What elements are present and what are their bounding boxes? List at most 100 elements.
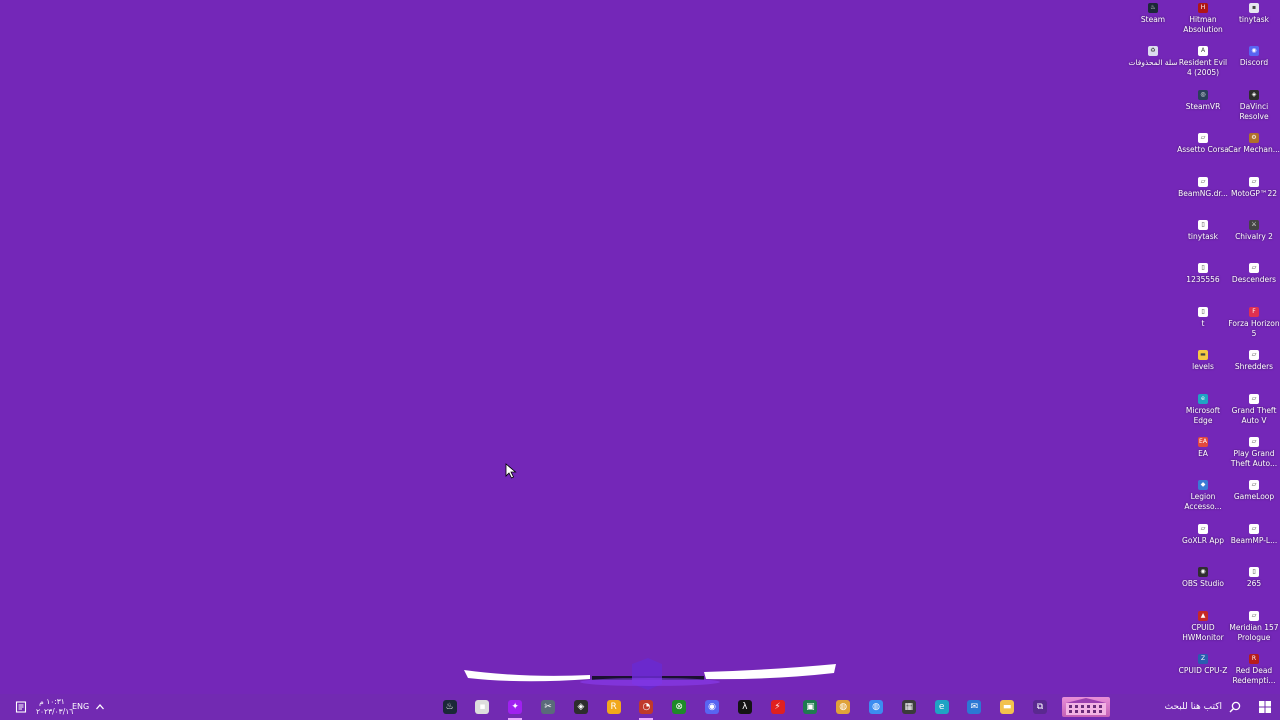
desktop-icon-label: EA bbox=[1198, 449, 1208, 458]
taskbar-app-button[interactable]: ◔ bbox=[635, 697, 657, 720]
desktop-icon[interactable]: ▱ MotoGP™22 bbox=[1229, 176, 1279, 218]
chivalry-icon: ⚔ bbox=[1249, 220, 1259, 230]
desktop-icon[interactable]: H Hitman Absolution bbox=[1178, 2, 1228, 44]
language-indicator[interactable]: ENG bbox=[72, 702, 89, 712]
steam-icon: ♨ bbox=[442, 700, 457, 714]
desktop-icon[interactable]: ▱ Play Grand Theft Auto... bbox=[1229, 436, 1279, 478]
desktop-icon[interactable]: ▪ tinytask bbox=[1229, 2, 1279, 44]
search-input[interactable]: اكتب هنا للبحث bbox=[1100, 698, 1222, 716]
desktop-icon-label: سلة المحذوفات bbox=[1128, 58, 1178, 68]
taskbar-app-button[interactable]: R bbox=[603, 697, 625, 717]
desktop-icon[interactable]: ▯ 265 bbox=[1229, 566, 1279, 608]
dock-decoration bbox=[464, 658, 836, 690]
rockstar-icon: R bbox=[606, 700, 621, 714]
desktop-icon[interactable]: ▱ GoXLR App bbox=[1178, 523, 1228, 565]
taskbar-app-button[interactable]: ◉ bbox=[701, 697, 723, 717]
taskbar-app-button[interactable]: ✂ bbox=[537, 697, 559, 717]
desktop-icon[interactable]: ▱ BeamMP-L... bbox=[1229, 523, 1279, 565]
desktop-icon[interactable]: ▯ t bbox=[1178, 306, 1228, 348]
chrome-icon: ◍ bbox=[836, 700, 851, 714]
desktop-icon[interactable]: F Forza Horizon 5 bbox=[1228, 306, 1280, 348]
davinci-icon: ◈ bbox=[573, 700, 588, 714]
desktop-icon[interactable]: ▲ CPUID HWMonitor bbox=[1178, 610, 1228, 652]
desktop-icon-label: BeamNG.dr... bbox=[1178, 188, 1228, 198]
taskbar-app-button[interactable]: ▪ bbox=[471, 697, 493, 717]
desktop-icon[interactable]: ⚔ Chivalry 2 bbox=[1229, 219, 1279, 261]
search-button[interactable] bbox=[1224, 697, 1246, 717]
desktop-icon-label: Steam bbox=[1140, 15, 1166, 24]
desktop-icon[interactable]: ▱ Shredders bbox=[1229, 349, 1279, 391]
taskbar-app-button[interactable]: ♨ bbox=[439, 697, 461, 717]
desktop-icon[interactable]: ▯ 1235556 bbox=[1178, 262, 1228, 304]
taskbar-app-button[interactable]: e bbox=[931, 697, 953, 717]
desktop-icon[interactable]: ▱ Descenders bbox=[1229, 262, 1279, 304]
gta-icon: ▱ bbox=[1249, 393, 1259, 404]
taskbar-app-button[interactable]: ◈ bbox=[570, 697, 592, 717]
desktop-icon[interactable]: ▱ BeamNG.dr... bbox=[1178, 176, 1228, 218]
taskbar-app-button[interactable]: ◍ bbox=[865, 697, 887, 717]
taskbar-app-button[interactable]: ✦ bbox=[504, 697, 526, 720]
notification-icon bbox=[15, 701, 27, 713]
file-icon: ▯ bbox=[1198, 306, 1208, 317]
legion-icon: ◆ bbox=[1198, 480, 1208, 491]
desktop-icon[interactable]: ▱ Grand Theft Auto V bbox=[1229, 393, 1279, 435]
desktop-icon[interactable]: R Red Dead Redempti... bbox=[1229, 653, 1279, 695]
taskbar-app-button[interactable]: ⧉ bbox=[1029, 697, 1051, 717]
steamvr-icon: ◎ bbox=[1198, 89, 1208, 100]
taskbar-app-button[interactable]: ◍ bbox=[832, 697, 854, 717]
taskbar-app-button[interactable]: ▬ bbox=[996, 697, 1018, 717]
desktop-icon[interactable]: ▱ Meridian 157 Prologue bbox=[1229, 610, 1279, 652]
tinytask-icon: ▪ bbox=[1249, 3, 1259, 13]
beamng-icon: ▱ bbox=[1198, 176, 1208, 187]
lambda-icon: λ bbox=[737, 700, 752, 714]
desktop-icon[interactable]: ▱ Assetto Corsa bbox=[1177, 132, 1229, 174]
desktop-icon[interactable]: ▬ levels bbox=[1178, 349, 1228, 391]
goxlr-icon: ▱ bbox=[1198, 523, 1208, 534]
desktop-icon-label: Descenders bbox=[1231, 275, 1277, 285]
desktop-icon-label: Resident Evil 4 (2005) bbox=[1178, 58, 1228, 78]
desktop-icon[interactable]: ◆ Legion Accesso... bbox=[1178, 479, 1228, 521]
desktop[interactable]: ♨ Steam H Hitman Absolution ▪ tinytask ♻ سلة ال… bbox=[0, 0, 1280, 694]
taskbar-app-button[interactable]: ▦ bbox=[898, 697, 920, 717]
outlook-icon: ✉ bbox=[967, 700, 982, 714]
desktop-icon-label: SteamVR bbox=[1185, 101, 1221, 111]
desktop-icon-label: BeamMP-L... bbox=[1230, 535, 1278, 545]
desktop-icon-label: GameLoop bbox=[1233, 492, 1275, 502]
desktop-icon-label: Discord bbox=[1239, 58, 1269, 68]
desktop-icon-label: Microsoft Edge bbox=[1185, 405, 1221, 425]
desktop-icon-label: MotoGP™22 bbox=[1231, 188, 1277, 198]
notification-center-button[interactable] bbox=[10, 697, 32, 717]
taskbar-app-button[interactable]: ▣ bbox=[799, 697, 821, 717]
desktop-icon[interactable]: A Resident Evil 4 (2005) bbox=[1178, 45, 1228, 87]
recycle-bin-icon: ♻ bbox=[1148, 46, 1158, 57]
desktop-icon[interactable]: ♨ Steam bbox=[1128, 2, 1178, 44]
chevron-up-icon bbox=[96, 704, 104, 710]
desktop-icon[interactable]: ▱ GameLoop bbox=[1229, 479, 1279, 521]
snipping-tool-icon: ✂ bbox=[541, 700, 555, 714]
desktop-icon[interactable]: Z CPUID CPU-Z bbox=[1178, 653, 1228, 695]
search-highlight-image[interactable] bbox=[1062, 697, 1110, 717]
desktop-icon[interactable]: ◉ Discord bbox=[1229, 45, 1279, 87]
desktop-icon[interactable]: ⚙ Car Mechan... bbox=[1228, 132, 1280, 174]
taskbar-app-button[interactable]: ✉ bbox=[963, 697, 985, 717]
desktop-icon-label: 1235556 bbox=[1186, 275, 1220, 285]
desktop-icon-label: DaVinci Resolve bbox=[1239, 101, 1269, 121]
tinytask-icon: ▯ bbox=[1198, 220, 1208, 230]
desktop-icon[interactable]: EA EA bbox=[1178, 436, 1228, 478]
taskbar-app-button[interactable]: ⚡ bbox=[767, 697, 789, 717]
desktop-icon[interactable]: ◎ SteamVR bbox=[1178, 89, 1228, 131]
taskbar-app-button[interactable]: ⊗ bbox=[668, 697, 690, 717]
clock-date[interactable]: ٢٠٢٣/٠٣/١٦ bbox=[36, 707, 73, 717]
clock-time[interactable]: ١٠:٣١ م bbox=[36, 697, 68, 707]
desktop-icon[interactable]: ◉ OBS Studio bbox=[1178, 566, 1228, 608]
taskbar-app-button[interactable]: λ bbox=[734, 697, 756, 717]
desktop-icon[interactable]: ▯ tinytask bbox=[1178, 219, 1228, 261]
desktop-icon-label: Meridian 157 Prologue bbox=[1229, 622, 1279, 642]
start-button[interactable] bbox=[1254, 697, 1276, 717]
desktop-icon[interactable]: e Microsoft Edge bbox=[1178, 393, 1228, 435]
desktop-icon[interactable]: ◈ DaVinci Resolve bbox=[1229, 89, 1279, 131]
show-hidden-icons-button[interactable] bbox=[89, 697, 111, 717]
desktop-icon-label: Shredders bbox=[1234, 362, 1274, 372]
desktop-icon[interactable]: ♻ سلة المحذوفات bbox=[1128, 45, 1178, 87]
meridian-icon: ▱ bbox=[1249, 610, 1259, 621]
